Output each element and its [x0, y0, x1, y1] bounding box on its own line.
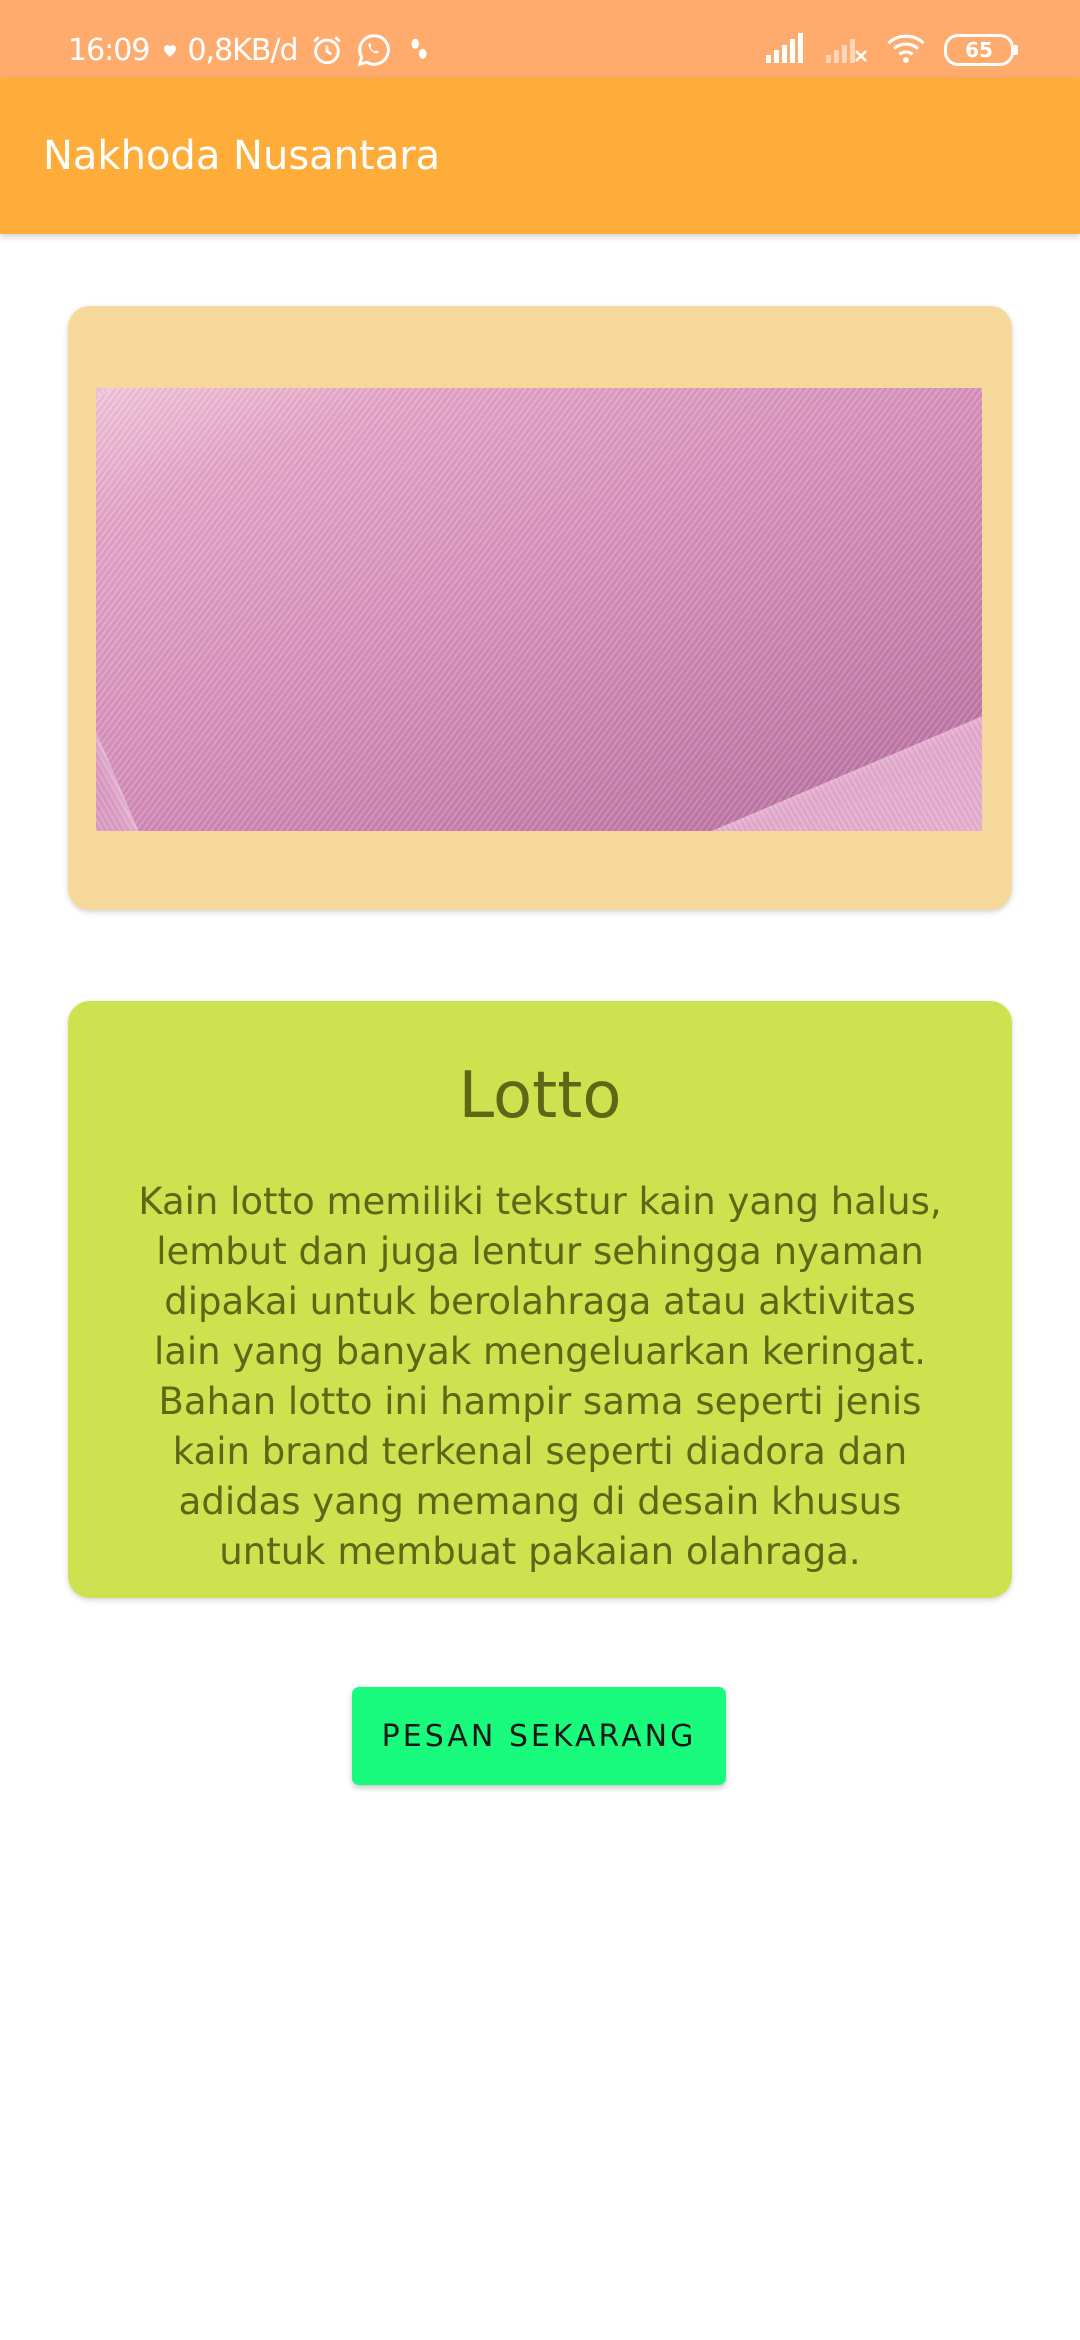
product-image-card	[68, 306, 1012, 910]
signal-icon	[766, 33, 808, 67]
status-time: 16:09	[68, 32, 150, 68]
signal-no-service-icon	[826, 33, 868, 67]
wifi-icon	[886, 32, 926, 68]
heart-icon	[161, 41, 179, 59]
whatsapp-icon	[356, 32, 392, 68]
alarm-icon	[310, 33, 344, 67]
product-title: Lotto	[458, 1059, 622, 1133]
app-title: Nakhoda Nusantara	[43, 133, 441, 179]
footprint-icon	[404, 35, 434, 65]
product-description: Kain lotto memiliki tekstur kain yang ha…	[138, 1180, 942, 1573]
status-network-speed: 0,8KB/d	[187, 32, 298, 68]
fabric-fold	[96, 388, 982, 831]
product-info-card: Lotto Kain lotto memiliki tekstur kain y…	[68, 1001, 1012, 1598]
app-bar: Nakhoda Nusantara	[0, 78, 1080, 234]
battery-level: 65	[965, 38, 993, 62]
fabric-image	[96, 388, 982, 831]
battery-icon: 65	[944, 34, 1018, 66]
status-bar: 16:09 0,8KB/d 65	[0, 0, 1080, 78]
order-now-button[interactable]: PESAN SEKARANG	[352, 1687, 726, 1785]
